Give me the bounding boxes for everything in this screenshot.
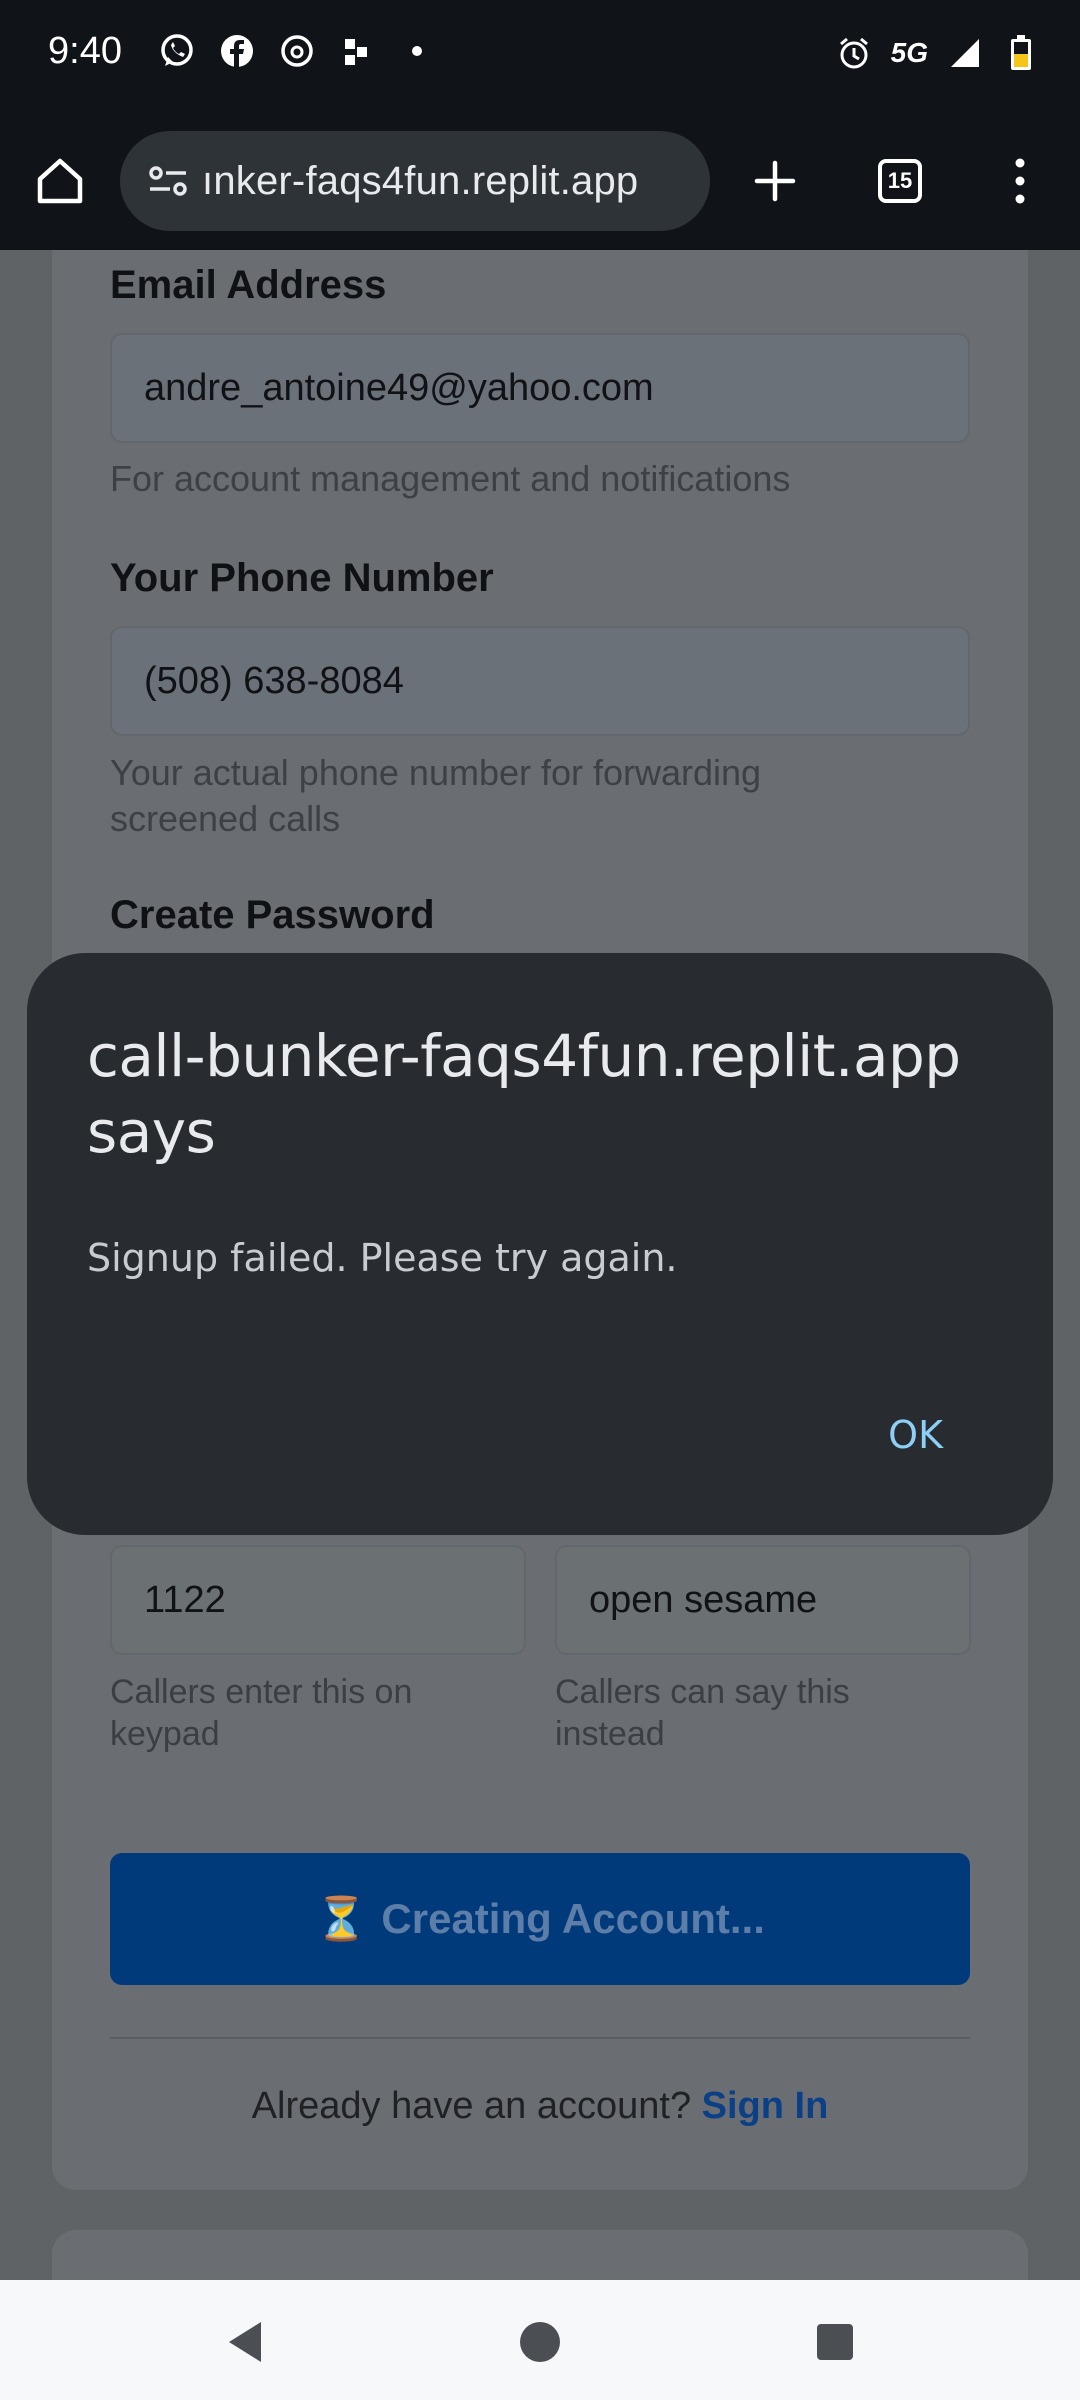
facebook-icon (218, 32, 256, 70)
system-icons: 5G (835, 34, 1040, 72)
alert-dialog: call-bunker-faqs4fun.replit.app says Sig… (27, 953, 1053, 1535)
recents-button[interactable] (795, 2302, 875, 2382)
new-tab-button[interactable] (735, 141, 815, 221)
battery-icon (1002, 34, 1040, 72)
phone-field[interactable]: (508) 638-8084 (110, 626, 970, 736)
plus-icon (754, 160, 796, 202)
email-label: Email Address (110, 263, 387, 307)
app-icon (338, 32, 376, 70)
phrase-hint: Callers can say this instead (555, 1673, 850, 1753)
network-type: 5G (890, 37, 928, 68)
home-button[interactable] (20, 141, 100, 221)
phone-hint: Your actual phone number for forwarding … (110, 752, 762, 839)
create-account-button[interactable]: ⏳ Creating Account... (110, 1853, 970, 1985)
email-hint: For account management and notifications (110, 458, 791, 499)
threads-icon (278, 32, 316, 70)
divider (110, 2037, 970, 2039)
ok-button[interactable]: OK (888, 1413, 943, 1457)
menu-button[interactable] (980, 141, 1060, 221)
create-account-label: Creating Account... (381, 1895, 765, 1942)
phone-label: Your Phone Number (110, 556, 494, 600)
home-nav-button[interactable] (500, 2302, 580, 2382)
alarm-icon (835, 34, 873, 72)
dialog-title: call-bunker-faqs4fun.replit.app says (87, 1022, 961, 1166)
password-label: Create Password (110, 893, 435, 937)
status-bar: 9:40 5G (0, 0, 1080, 112)
square-recents-icon (817, 2324, 853, 2360)
more-vert-icon (1015, 158, 1025, 204)
email-field[interactable]: andre_antoine49@yahoo.com (110, 333, 970, 443)
circle-home-icon (520, 2322, 560, 2362)
address-bar[interactable]: ınker-faqs4fun.replit.app (120, 131, 710, 231)
status-time: 9:40 (48, 30, 122, 72)
signal-icon (946, 34, 984, 72)
home-icon (37, 158, 83, 204)
back-icon (229, 2322, 261, 2362)
phrase-field[interactable]: open sesame (555, 1545, 971, 1655)
browser-toolbar: ınker-faqs4fun.replit.app 15 (0, 112, 1080, 250)
signin-text: Already have an account? (251, 2085, 692, 2127)
site-settings-icon[interactable] (138, 161, 198, 201)
navigation-bar (0, 2280, 1080, 2400)
back-button[interactable] (205, 2302, 285, 2382)
url-text: ınker-faqs4fun.replit.app (202, 158, 639, 203)
pin-hint: Callers enter this on keypad (110, 1673, 413, 1753)
notification-icons (158, 32, 436, 70)
tab-count: 15 (878, 159, 922, 203)
dialog-message: Signup failed. Please try again. (87, 1236, 678, 1280)
pin-field[interactable]: 1122 (110, 1545, 526, 1655)
signin-link[interactable]: Sign In (702, 2085, 829, 2127)
tab-switcher-button[interactable]: 15 (860, 141, 940, 221)
dot-icon (398, 32, 436, 70)
hourglass-icon: ⏳ (315, 1894, 368, 1942)
next-card (52, 2230, 1028, 2280)
whatsapp-icon (158, 32, 196, 70)
signin-prompt: Already have an account? Sign In (0, 2085, 1080, 2128)
